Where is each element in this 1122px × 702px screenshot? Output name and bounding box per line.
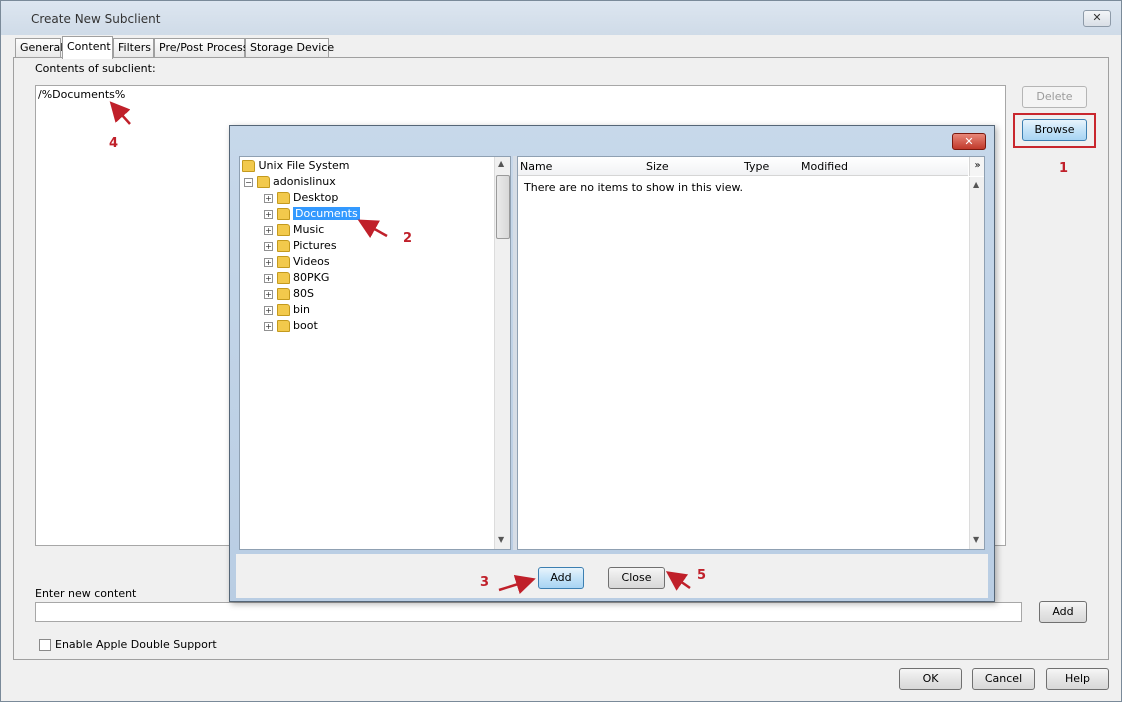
- annotation-5: 5: [697, 568, 707, 583]
- annotation-3: 3: [480, 575, 490, 590]
- annotation-arrows: [109, 101, 691, 595]
- arrow-annotation-icon: [665, 571, 691, 591]
- annotation-1: 1: [1059, 161, 1069, 176]
- arrow-annotation-icon: [498, 574, 536, 595]
- annotation-4: 4: [109, 136, 119, 151]
- arrow-annotation-icon: [109, 101, 131, 125]
- tab-content[interactable]: Content: [62, 36, 113, 59]
- arrow-annotation-icon: [357, 219, 388, 239]
- annotation-2: 2: [403, 231, 413, 246]
- tab-label: Content: [67, 40, 111, 53]
